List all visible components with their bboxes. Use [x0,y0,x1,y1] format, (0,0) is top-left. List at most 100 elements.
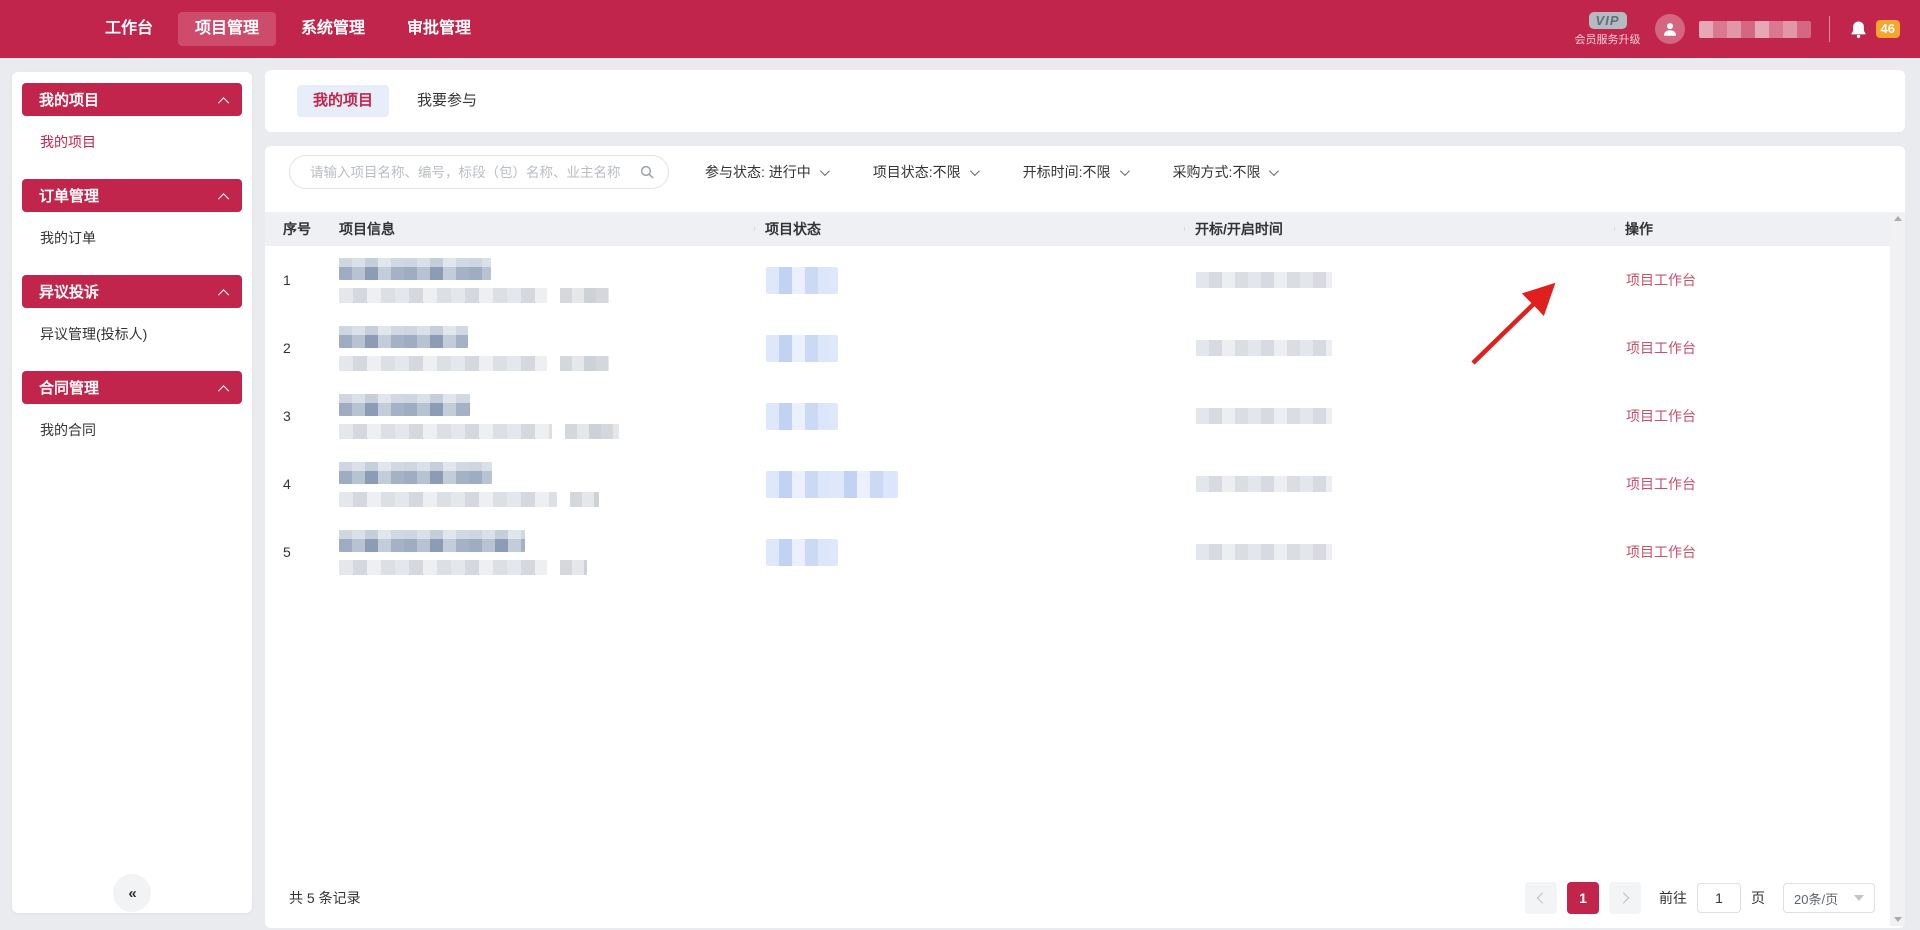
chevron-down-icon [1269,166,1279,176]
project-title-redacted [339,530,525,552]
project-title-redacted [339,462,492,484]
nav-menu-item[interactable]: 工作台 [88,12,170,46]
tab[interactable]: 我的项目 [297,85,389,117]
avatar[interactable] [1655,14,1685,44]
project-workbench-link[interactable]: 项目工作台 [1626,476,1696,492]
status-badge-redacted [766,403,838,430]
nav-menu: 工作台 项目管理 系统管理 审批管理 [88,12,488,46]
table-row: 2 项目工作台 [265,314,1890,382]
status-cell [754,539,1184,566]
table-scrollbar[interactable] [1890,212,1905,926]
filter-dropdown[interactable]: 参与状态: 进行中 [705,162,827,182]
open-time-cell [1184,340,1614,356]
table-footer: 共 5 条记录 1 前往 页 20条/页 [289,882,1875,914]
sidebar-item[interactable]: 异议管理(投标人) [12,308,252,360]
sidebar-section-header[interactable]: 异议投诉 [22,275,242,308]
table-body: 1 项目工作台 [265,246,1890,586]
scroll-up-icon[interactable] [1894,216,1902,221]
caret-down-icon [1854,895,1864,901]
sidebar-section-header[interactable]: 我的项目 [22,83,242,116]
page-size-select[interactable]: 20条/页 [1783,883,1875,913]
prev-page-button[interactable] [1525,882,1557,914]
chevron-down-icon [1120,166,1130,176]
status-badge-redacted [766,267,838,294]
open-time-cell [1184,408,1614,424]
project-tag-redacted [560,356,609,371]
column-header-info: 项目信息 [339,219,754,239]
status-cell [754,471,1184,498]
page-size-value: 20条/页 [1794,889,1838,908]
column-header-time: 开标/开启时间 [1184,219,1614,239]
filters: 参与状态: 进行中 项目状态:不限 开标时间:不限 采购方式:不限 [705,162,1276,182]
open-time-redacted [1196,272,1332,288]
project-info-redacted [339,394,754,439]
table-row: 1 项目工作台 [265,246,1890,314]
pagination: 1 前往 页 20条/页 [1525,882,1875,914]
sidebar-section-title: 合同管理 [39,377,99,398]
chevron-right-icon [1618,892,1629,903]
nav-divider [1829,16,1830,42]
filter-dropdown[interactable]: 开标时间:不限 [1023,162,1127,182]
column-header-index: 序号 [279,219,339,239]
open-time-redacted [1196,408,1332,424]
next-page-button[interactable] [1609,882,1641,914]
action-cell: 项目工作台 [1614,474,1890,494]
notifications-button[interactable]: 46 [1848,19,1900,40]
filter-label: 项目状态:不限 [873,162,961,182]
sidebar-section-header[interactable]: 合同管理 [22,371,242,404]
open-time-cell [1184,476,1614,492]
open-time-cell [1184,272,1614,288]
project-info-redacted [339,530,754,575]
project-tag-redacted [560,288,609,303]
status-badge-redacted [766,335,838,362]
search-input[interactable] [308,164,639,181]
row-index: 4 [279,476,339,492]
username-redacted[interactable] [1699,21,1811,38]
sidebar-section-header[interactable]: 订单管理 [22,179,242,212]
table-header: 序号 项目信息 项目状态 开标/开启时间 操作 [265,212,1890,246]
sidebar: 我的项目 我的项目 订单管理 我的订单 [12,72,252,913]
action-cell: 项目工作台 [1614,338,1890,358]
project-workbench-link[interactable]: 项目工作台 [1626,544,1696,560]
action-cell: 项目工作台 [1614,406,1890,426]
project-title-redacted [339,326,468,348]
project-subtitle-redacted [339,288,547,303]
filter-label: 参与状态: 进行中 [705,162,811,182]
sidebar-item[interactable]: 我的项目 [12,116,252,168]
status-cell [754,335,1184,362]
search-box [289,155,669,189]
filter-dropdown[interactable]: 项目状态:不限 [873,162,977,182]
nav-menu-item[interactable]: 项目管理 [178,12,276,46]
page-unit-label: 页 [1751,888,1765,908]
project-subtitle-redacted [339,492,557,507]
toolbar: 参与状态: 进行中 项目状态:不限 开标时间:不限 采购方式:不限 [289,155,1276,189]
sidebar-section-title: 异议投诉 [39,281,99,302]
vip-upgrade[interactable]: VIP 会员服务升级 [1575,12,1641,47]
search-icon[interactable] [639,164,655,180]
page-number-button[interactable]: 1 [1567,882,1599,914]
nav-menu-item[interactable]: 系统管理 [284,12,382,46]
project-workbench-link[interactable]: 项目工作台 [1626,272,1696,288]
vip-caption: 会员服务升级 [1575,31,1641,47]
table-row: 5 项目工作台 [265,518,1890,586]
sidebar-collapse-button[interactable]: « [113,874,151,912]
project-info-redacted [339,462,754,507]
tabs-bar: 我的项目 我要参与 [265,70,1905,132]
filter-label: 开标时间:不限 [1023,162,1111,182]
nav-menu-item[interactable]: 审批管理 [390,12,488,46]
project-workbench-link[interactable]: 项目工作台 [1626,408,1696,424]
scroll-down-icon[interactable] [1894,917,1902,922]
row-index: 2 [279,340,339,356]
chevron-up-icon [218,289,229,300]
project-subtitle-redacted [339,356,547,371]
row-index: 1 [279,272,339,288]
goto-page-input[interactable] [1697,883,1741,913]
sidebar-item[interactable]: 我的合同 [12,404,252,456]
chevron-up-icon [218,97,229,108]
column-header-action: 操作 [1614,219,1890,239]
filter-dropdown[interactable]: 采购方式:不限 [1173,162,1277,182]
project-tag-redacted [570,492,599,507]
sidebar-item[interactable]: 我的订单 [12,212,252,264]
tab[interactable]: 我要参与 [401,85,493,117]
project-workbench-link[interactable]: 项目工作台 [1626,340,1696,356]
